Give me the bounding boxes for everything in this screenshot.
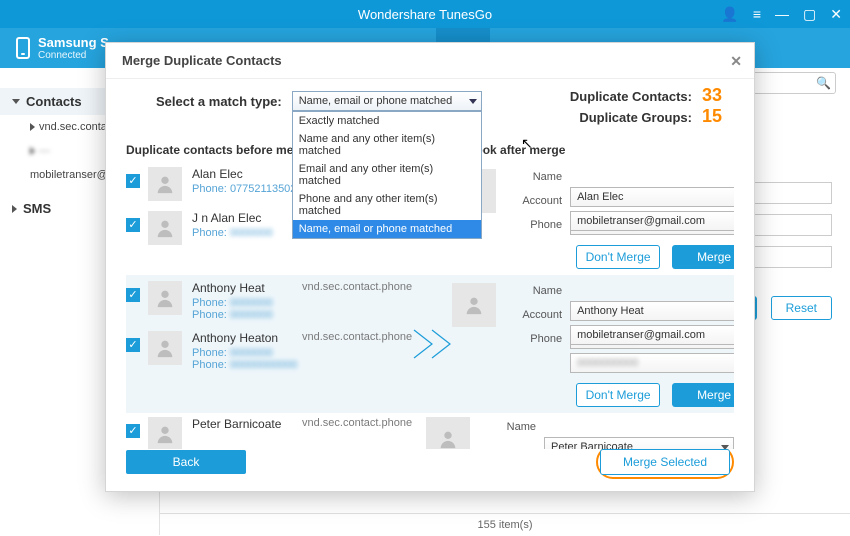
- title-bar: Wondershare TunesGo 👤 ≡ — ▢ ✕: [0, 0, 850, 28]
- sidebar-label: Contacts: [26, 94, 82, 109]
- avatar-icon: [148, 281, 182, 315]
- avatar-icon: [148, 167, 182, 201]
- contact-name: Peter Barnicoate: [192, 417, 302, 431]
- merge-arrow-icon: [412, 281, 452, 407]
- item-count: 155 item(s): [477, 519, 532, 531]
- contact-source: vnd.sec.contact.phone: [302, 331, 412, 343]
- contact-phone: 0000000: [230, 227, 273, 239]
- sidebar-label: SMS: [23, 201, 51, 216]
- merge-selected-highlight: Merge Selected: [596, 445, 734, 479]
- back-button[interactable]: Back: [126, 450, 246, 474]
- merge-button[interactable]: Merge: [672, 245, 734, 269]
- match-option[interactable]: Name, email or phone matched: [293, 220, 481, 238]
- match-type-label: Select a match type:: [156, 94, 282, 109]
- app-title: Wondershare TunesGo: [358, 7, 492, 22]
- chevron-right-icon: [12, 205, 17, 213]
- merged-name-select[interactable]: Anthony Heat: [570, 301, 734, 321]
- dont-merge-button[interactable]: Don't Merge: [576, 383, 660, 407]
- select-checkbox[interactable]: ✓: [126, 424, 140, 438]
- phone-icon: [16, 37, 30, 59]
- contact-source: vnd.sec.contact.phone: [302, 417, 412, 429]
- match-option[interactable]: Exactly matched: [293, 112, 481, 130]
- reset-button[interactable]: Reset: [771, 296, 832, 320]
- search-icon: 🔍: [816, 76, 831, 90]
- merged-phone-input[interactable]: 0000000000: [570, 353, 734, 373]
- avatar-icon: [148, 211, 182, 245]
- select-checkbox[interactable]: ✓: [126, 338, 140, 352]
- contact-phone: 07752113502: [230, 183, 296, 195]
- avatar-icon: [452, 283, 496, 327]
- avatar-icon: [148, 331, 182, 365]
- maximize-icon[interactable]: ▢: [803, 6, 816, 23]
- merge-button[interactable]: Merge: [672, 383, 734, 407]
- dont-merge-button[interactable]: Don't Merge: [576, 245, 660, 269]
- contact-name: J n Alan Elec: [192, 211, 302, 225]
- merged-account-select[interactable]: mobiletranser@gmail.com: [570, 325, 734, 345]
- minimize-icon[interactable]: —: [775, 6, 789, 22]
- chevron-down-icon: [12, 99, 20, 104]
- match-option[interactable]: Name and any other item(s) matched: [293, 130, 481, 160]
- match-option[interactable]: Email and any other item(s) matched: [293, 160, 481, 190]
- chevron-right-icon: [30, 147, 35, 155]
- contact-source: vnd.sec.contact.phone: [302, 281, 412, 293]
- dialog-close-icon[interactable]: ✕: [730, 53, 742, 70]
- select-checkbox[interactable]: ✓: [126, 218, 140, 232]
- status-bar: 155 item(s): [160, 513, 850, 535]
- duplicate-group: ✓ Peter Barnicoate vnd.sec.contact.phone: [126, 413, 734, 449]
- contact-phone: 0000000: [230, 297, 273, 309]
- contact-name: Anthony Heat: [192, 281, 302, 295]
- chevron-right-icon: [30, 123, 35, 131]
- match-type-dropdown: Exactly matched Name and any other item(…: [292, 111, 482, 239]
- menu-icon[interactable]: ≡: [753, 6, 761, 22]
- merge-dialog: Merge Duplicate Contacts ✕ Duplicate Con…: [105, 42, 755, 492]
- contact-name: Anthony Heaton: [192, 331, 302, 345]
- select-checkbox[interactable]: ✓: [126, 174, 140, 188]
- match-type-select[interactable]: Name, email or phone matched: [292, 91, 482, 111]
- duplicate-group: ✓ Anthony Heat Phone: 0000000 Phone: 000…: [126, 275, 734, 413]
- merge-selected-button[interactable]: Merge Selected: [600, 449, 730, 475]
- merged-name-select[interactable]: Alan Elec: [570, 187, 734, 207]
- dialog-title-bar: Merge Duplicate Contacts ✕: [106, 43, 754, 79]
- merged-name-select[interactable]: Peter Barnicoate: [544, 437, 734, 449]
- contact-name: Alan Elec: [192, 167, 296, 181]
- select-checkbox[interactable]: ✓: [126, 288, 140, 302]
- close-icon[interactable]: ✕: [830, 6, 842, 23]
- match-option[interactable]: Phone and any other item(s) matched: [293, 190, 481, 220]
- dialog-title: Merge Duplicate Contacts: [122, 53, 282, 68]
- merged-account-select[interactable]: mobiletranser@gmail.com: [570, 211, 734, 231]
- user-icon[interactable]: 👤: [721, 6, 738, 23]
